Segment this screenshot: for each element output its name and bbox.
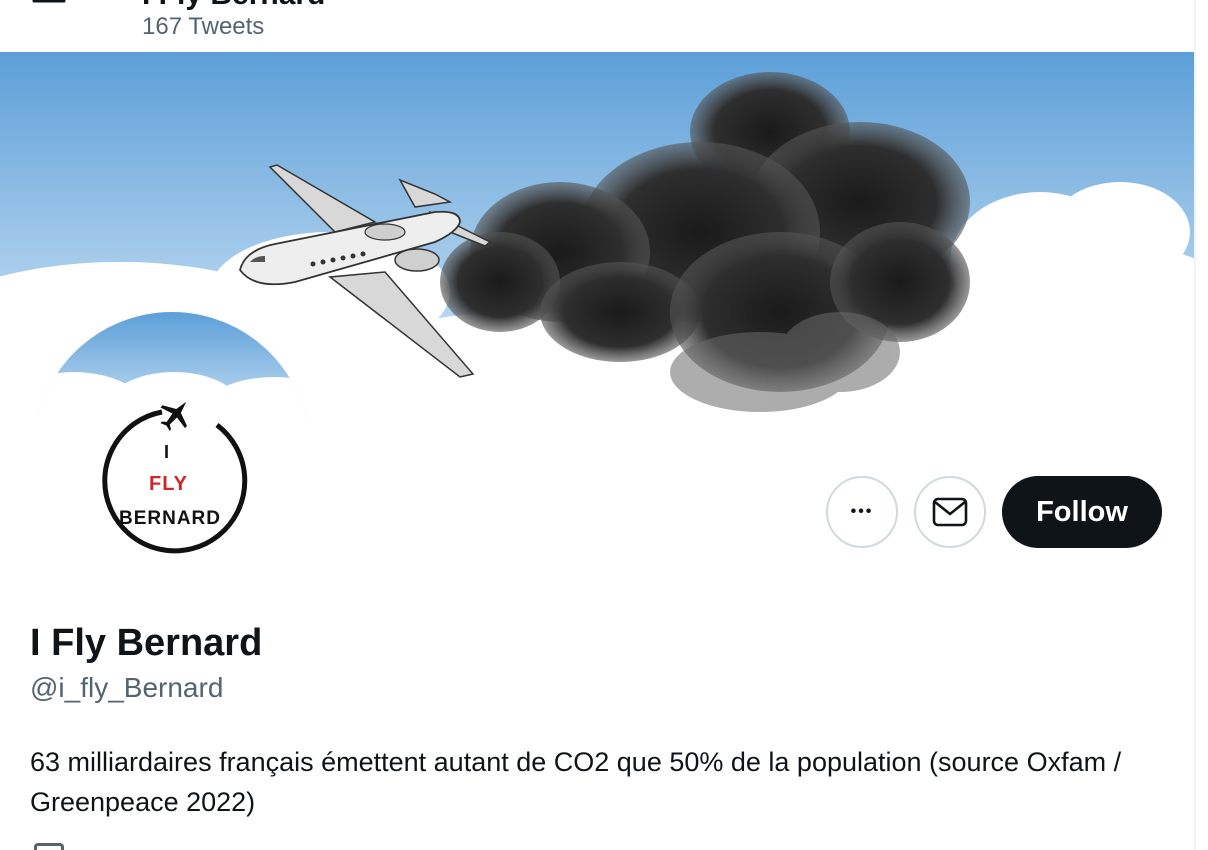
back-arrow-icon[interactable] xyxy=(30,0,70,16)
tweet-count: 167 Tweets xyxy=(142,13,265,40)
message-button[interactable] xyxy=(914,476,986,548)
follow-button[interactable]: Follow xyxy=(1002,476,1162,548)
column-divider xyxy=(1194,0,1196,850)
user-handle: @i_fly_Bernard xyxy=(30,672,224,703)
avatar-logo-line3: BERNARD xyxy=(119,508,221,529)
display-name: I Fly Bernard xyxy=(30,622,263,664)
avatar-logo-line2: FLY xyxy=(149,473,188,495)
envelope-icon xyxy=(932,497,968,527)
more-options-button[interactable]: ••• xyxy=(826,476,898,548)
more-icon: ••• xyxy=(850,503,874,520)
profile-header: I Fly Bernard 167 Tweets xyxy=(0,0,1194,52)
avatar-logo-line1: I xyxy=(164,442,170,462)
profile-bio: 63 milliardaires français émettent autan… xyxy=(30,747,1122,817)
header-display-name: I Fly Bernard xyxy=(142,0,325,12)
calendar-icon xyxy=(34,843,64,850)
profile-avatar[interactable]: I FLY BERNARD xyxy=(34,312,310,588)
